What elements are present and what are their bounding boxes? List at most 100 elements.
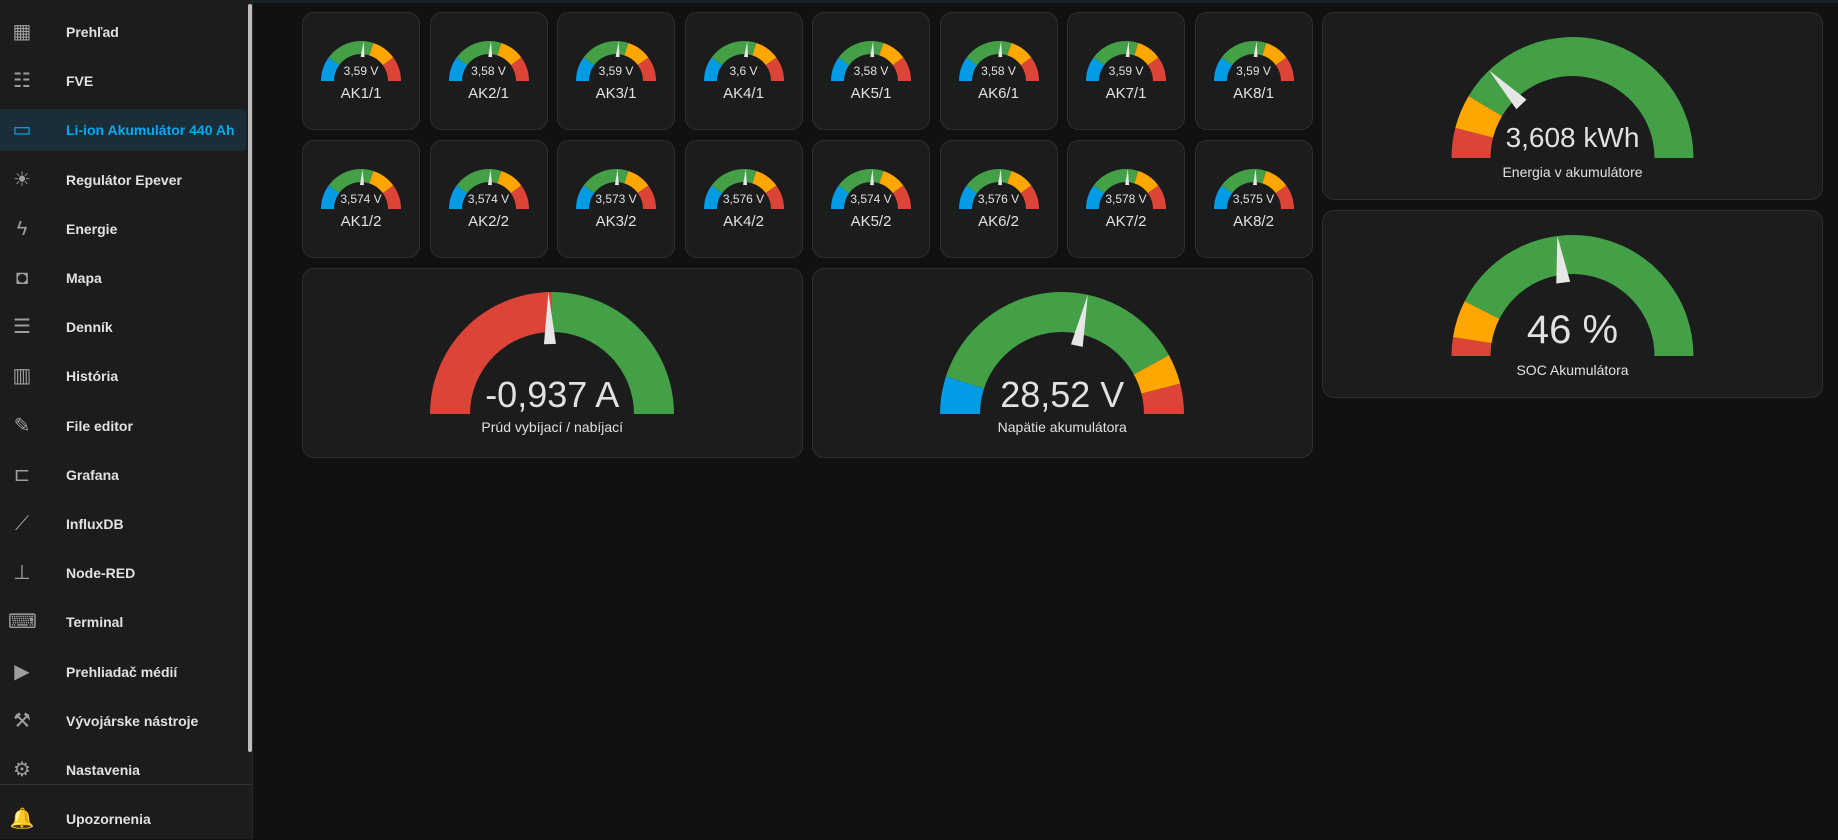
cell-gauge-card[interactable]: 3,58 V AK5/1 [812, 12, 930, 130]
cell-gauge-card[interactable]: 3,58 V AK2/1 [429, 12, 548, 130]
gauge-name: AK5/2 [850, 213, 892, 230]
gauge-segment-green [328, 169, 374, 194]
sidebar-item-file-editor[interactable]: ✎ File editor [0, 405, 246, 447]
sidebar-item-upozornenia[interactable]: 🔔 Upozornenia [0, 798, 246, 840]
cell-gauge-card[interactable]: 3,575 V AK8/2 [1194, 140, 1313, 258]
gauge-value: 3,573 V [595, 192, 637, 206]
gauge-value: 3,578 V [1105, 192, 1147, 206]
gauge-segment-green [1093, 41, 1139, 66]
gauge-value: -0,937 A [485, 374, 620, 415]
sidebar-scrollbar[interactable] [248, 4, 252, 752]
gauge-segment-green [838, 169, 884, 194]
gauge-segment-green [838, 41, 884, 66]
sidebar-item-label: História [66, 368, 119, 385]
sidebar-item-grafana[interactable]: ⊏ Grafana [0, 454, 246, 496]
gauge-segment-green [583, 169, 629, 194]
dashboard-icon: ▦ [12, 21, 32, 43]
cell-gauge-card[interactable]: 3,59 V AK3/1 [557, 12, 675, 130]
gauge-value: 3,58 V [471, 64, 506, 78]
gauge-name: AK2/2 [468, 213, 509, 230]
cell-gauge-card[interactable]: 3,574 V AK5/2 [812, 140, 930, 258]
gauge-value: 3,576 V [722, 192, 765, 206]
sidebar-item-hist-ria[interactable]: ▥ História [0, 355, 246, 397]
gauge-name: AK3/1 [595, 85, 637, 102]
cell-gauge-card[interactable]: 3,58 V AK6/1 [939, 12, 1058, 130]
gauge-segment-green [966, 41, 1011, 66]
gauge-name: Napätie akumulátora [997, 419, 1127, 435]
cell-gauge-card[interactable]: 3,59 V AK8/1 [1194, 12, 1313, 130]
sidebar-item-label: Vývojárske nástroje [66, 712, 199, 729]
sidebar: ▦ Prehľad ☷ FVE ▭ Li-ion Akumulátor 440 Ah ☀ Re… [0, 0, 253, 839]
chart-box-icon: ▥ [12, 365, 32, 388]
sidebar-item-preh-ad[interactable]: ▦ Prehľad [0, 11, 246, 53]
soc-gauge-card[interactable]: 46 % SOC Akumulátora [1322, 210, 1823, 398]
sidebar-item-label: File editor [66, 417, 133, 434]
line-chart-icon: ⟋ [15, 513, 29, 535]
cell-gauge-card[interactable]: 3,574 V AK1/2 [302, 140, 420, 258]
sidebar-item-label: Prehliadač médií [66, 663, 178, 680]
gauge-name: AK7/1 [1105, 85, 1147, 102]
current-gauge-card[interactable]: -0,937 A Prúd vybíjací / nabíjací [302, 268, 803, 458]
gauge-value: 3,576 V [977, 192, 1020, 206]
gauge-segment-green [1221, 41, 1266, 66]
sidebar-item-label: Prehľad [66, 24, 119, 40]
gauge-value: 3,59 V [343, 64, 379, 78]
top-header-strip [252, 0, 1838, 3]
bell-icon: 🔔 [9, 808, 35, 830]
sidebar-item-influxdb[interactable]: ⟋ InfluxDB [0, 503, 246, 545]
cell-gauge-card[interactable]: 3,574 V AK2/2 [429, 140, 548, 258]
sidebar-item-prehliada-m-di-[interactable]: ▶ Prehliadač médií [0, 651, 246, 693]
gauge-name: AK2/1 [468, 85, 509, 102]
hammer-icon: ⚒ [13, 709, 31, 732]
cell-gauge-card[interactable]: 3,59 V AK1/1 [302, 12, 420, 130]
gauge-segment-green [1221, 169, 1266, 194]
gauge-value: 3,59 V [598, 64, 634, 78]
gauge-name: AK8/1 [1233, 85, 1274, 102]
gauge-name: AK8/2 [1233, 213, 1274, 230]
gauge-value: 3,58 V [981, 64, 1016, 78]
gauge-value: 3,574 V [467, 192, 510, 206]
terminal-icon: ⌨ [8, 611, 37, 634]
sitemap-icon: ⊥ [13, 562, 31, 585]
sidebar-item-node-red[interactable]: ⊥ Node-RED [0, 552, 246, 594]
sidebar-item-mapa[interactable]: ◘ Mapa [0, 257, 246, 299]
sidebar-item-label: Li-ion Akumulátor 440 Ah [66, 122, 235, 139]
gauge-segment-green [328, 41, 374, 66]
gauge-grid: 3,59 V AK1/1 3,58 V AK2/1 3,59 V AK3/1 3,6 V AK… [302, 12, 1313, 458]
sidebar-item-terminal[interactable]: ⌨ Terminal [0, 601, 246, 643]
gauge-name: AK6/2 [978, 213, 1019, 230]
gauge-name: SOC Akumulátora [1516, 362, 1629, 378]
gauge-value: 3,59 V [1236, 64, 1271, 78]
solar-panel-icon: ☷ [13, 70, 31, 93]
sidebar-item-label: FVE [66, 73, 94, 90]
voltage-gauge-card[interactable]: 28,52 V Napätie akumulátora [812, 268, 1313, 458]
sidebar-item-nastavenia[interactable]: ⚙ Nastavenia [0, 749, 246, 791]
sidebar-item-regul-tor-epever[interactable]: ☀ Regulátor Epever [0, 159, 246, 201]
sidebar-item-denn-k[interactable]: ☰ Denník [0, 306, 246, 348]
sidebar-item-v-voj-rske-n-stroje[interactable]: ⚒ Vývojárske nástroje [0, 700, 246, 742]
cell-gauge-card[interactable]: 3,576 V AK4/2 [684, 140, 803, 258]
gauge-segment-green [1093, 169, 1139, 194]
sidebar-item-label: Nastavenia [66, 762, 140, 778]
gauge-name: AK1/2 [340, 213, 382, 230]
media-play-icon: ▶ [14, 660, 30, 683]
gauge-value: 46 % [1526, 308, 1619, 352]
gauge-name: AK3/2 [595, 213, 637, 230]
gear-icon: ⚙ [13, 759, 31, 781]
gauge-segment-green [966, 169, 1011, 194]
wrench-icon: ✎ [13, 414, 31, 437]
cell-gauge-card[interactable]: 3,6 V AK4/1 [684, 12, 803, 130]
energy-gauge-card[interactable]: 3,608 kWh Energia v akumulátore [1322, 12, 1823, 200]
cell-gauge-card[interactable]: 3,573 V AK3/2 [557, 140, 675, 258]
cell-gauge-card[interactable]: 3,59 V AK7/1 [1067, 12, 1185, 130]
cell-gauge-card[interactable]: 3,578 V AK7/2 [1067, 140, 1185, 258]
gauge-segment-green [583, 41, 629, 66]
gauge-value: 3,574 V [340, 192, 382, 206]
sidebar-item-energie[interactable]: ϟ Energie [0, 208, 246, 250]
map-account-icon: ◘ [15, 267, 29, 289]
sidebar-item-label: Denník [66, 319, 113, 336]
sidebar-item-fve[interactable]: ☷ FVE [0, 60, 246, 102]
battery-charging-icon: ▭ [12, 119, 32, 142]
cell-gauge-card[interactable]: 3,576 V AK6/2 [939, 140, 1058, 258]
sidebar-item-li-ion-akumul-tor-440-ah[interactable]: ▭ Li-ion Akumulátor 440 Ah [0, 109, 246, 152]
